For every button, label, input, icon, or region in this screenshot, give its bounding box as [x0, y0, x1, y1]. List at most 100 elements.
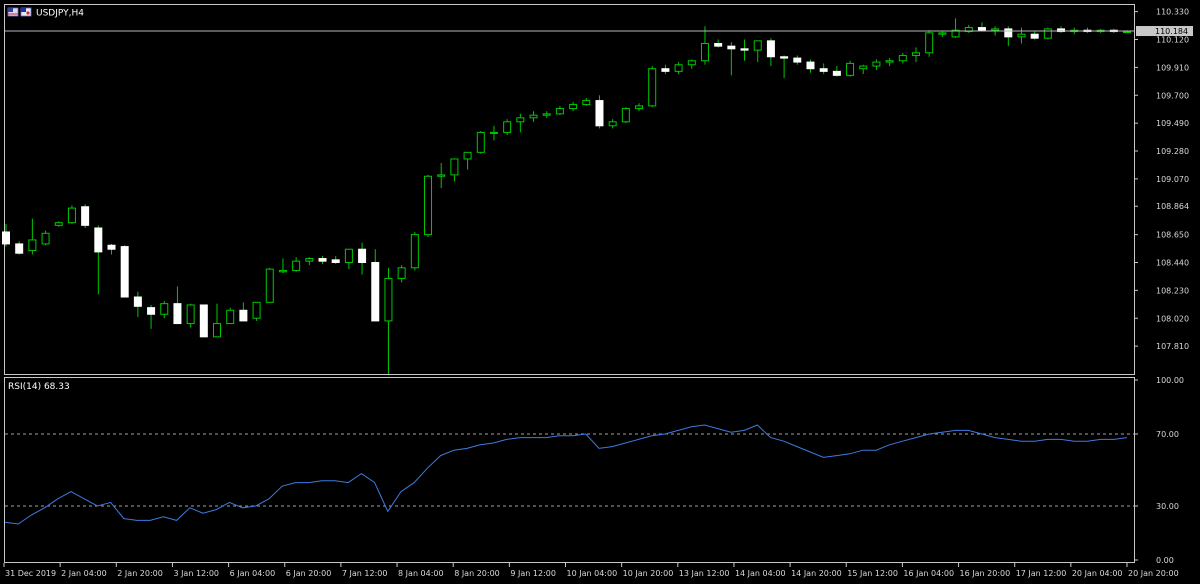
candle-body — [1004, 28, 1013, 38]
candle-body — [529, 114, 538, 119]
candle-body — [793, 57, 802, 63]
candle — [226, 307, 235, 325]
candle-body — [81, 206, 90, 226]
candle-body — [608, 121, 617, 127]
time-tick-label: 8 Jan 04:00 — [398, 569, 444, 578]
rsi-tick-label: 70.00 — [1156, 430, 1179, 439]
candle-body — [371, 262, 380, 322]
candle — [925, 30, 934, 57]
rsi-tick-label: 30.00 — [1156, 502, 1179, 511]
chart-background — [0, 0, 1200, 584]
candle-body — [410, 234, 419, 269]
price-tick-label: 109.910 — [1156, 63, 1189, 72]
candle-body — [674, 64, 683, 72]
flag-icon-2 — [20, 7, 32, 17]
rsi-tick-label: 100.00 — [1156, 376, 1184, 385]
candle — [476, 131, 485, 154]
rsi-tick-label: 0.00 — [1156, 556, 1174, 565]
candle-body — [621, 108, 630, 123]
candle-body — [331, 259, 340, 264]
candle-body — [318, 258, 327, 262]
price-tick-label: 108.650 — [1156, 231, 1189, 240]
price-tick-label: 108.020 — [1156, 314, 1189, 323]
time-tick-label: 2 Jan 04:00 — [61, 569, 107, 578]
price-tick-label: 108.864 — [1156, 202, 1189, 211]
candle-body — [147, 307, 156, 315]
candle-body — [160, 303, 169, 315]
candle-body — [437, 174, 446, 177]
candle-body — [107, 244, 116, 250]
price-tick-label: 110.330 — [1156, 8, 1189, 17]
candle-body — [595, 100, 604, 127]
time-tick-label: 8 Jan 20:00 — [454, 569, 500, 578]
candle-body — [700, 42, 709, 62]
time-tick-label: 13 Jan 12:00 — [679, 569, 730, 578]
candle-body — [661, 68, 670, 72]
candle-body — [344, 248, 353, 264]
candle-body — [832, 70, 841, 76]
candle-body — [213, 323, 222, 338]
candle — [595, 95, 604, 129]
candle — [120, 245, 129, 298]
candle-body — [635, 105, 644, 110]
candle-body — [819, 68, 828, 72]
time-tick-label: 9 Jan 12:00 — [510, 569, 556, 578]
candle-body — [292, 260, 301, 271]
candle-body — [582, 100, 591, 106]
time-tick-label: 6 Jan 04:00 — [230, 569, 276, 578]
candle-body — [859, 65, 868, 70]
current-price-label: 110.184 — [1155, 27, 1188, 36]
candle — [265, 267, 274, 303]
candle-body — [1123, 31, 1131, 34]
candle-body — [542, 113, 551, 116]
candle — [621, 107, 630, 124]
candle-body — [938, 32, 947, 35]
candle-body — [911, 52, 920, 56]
candle-body — [687, 60, 696, 66]
candle — [252, 301, 261, 321]
candle-body — [463, 151, 472, 160]
candle-body — [173, 303, 182, 325]
candle-body — [489, 131, 498, 134]
candle-body — [648, 68, 657, 107]
time-tick-label: 14 Jan 20:00 — [791, 569, 842, 578]
rsi-title: RSI(14) 68.33 — [8, 382, 70, 392]
price-tick-label: 109.070 — [1156, 175, 1189, 184]
candle — [1043, 27, 1052, 40]
time-tick-label: 17 Jan 12:00 — [1016, 569, 1067, 578]
time-tick-label: 10 Jan 20:00 — [623, 569, 674, 578]
candle-body — [239, 309, 248, 322]
candle-body — [872, 61, 881, 67]
candle-body — [503, 121, 512, 133]
trading-chart[interactable]: 110.330 110.120 109.910 109.700 109.490 109.2… — [0, 0, 1200, 584]
candle — [67, 205, 76, 225]
candle-body — [2, 231, 10, 245]
time-tick-label: 20 Jan 20:00 — [1128, 569, 1179, 578]
candle — [648, 66, 657, 108]
time-tick-label: 10 Jan 04:00 — [567, 569, 618, 578]
candle-body — [476, 131, 485, 153]
price-tick-label: 108.230 — [1156, 286, 1189, 295]
candle-body — [28, 239, 37, 252]
candle-body — [358, 248, 367, 264]
candle-body — [450, 158, 459, 176]
time-tick-label: 2 Jan 20:00 — [117, 569, 163, 578]
price-tick-label: 109.280 — [1156, 147, 1189, 156]
candle-body — [120, 246, 129, 298]
candle-body — [67, 207, 76, 224]
candle-body — [925, 32, 934, 54]
candle — [41, 230, 50, 246]
current-price-badge: 110.184 — [1136, 26, 1193, 37]
candle-body — [305, 258, 314, 262]
candle-body — [15, 243, 24, 254]
price-tick-label: 110.120 — [1156, 36, 1189, 45]
price-tick-label: 109.700 — [1156, 91, 1189, 100]
candle-body — [54, 222, 63, 226]
candle-body — [1043, 28, 1052, 39]
candle-body — [740, 48, 749, 51]
time-tick-label: 15 Jan 12:00 — [847, 569, 898, 578]
candle-body — [384, 277, 393, 322]
candle-body — [806, 61, 815, 70]
time-tick-label: 6 Jan 20:00 — [286, 569, 332, 578]
candle-body — [1030, 33, 1039, 39]
